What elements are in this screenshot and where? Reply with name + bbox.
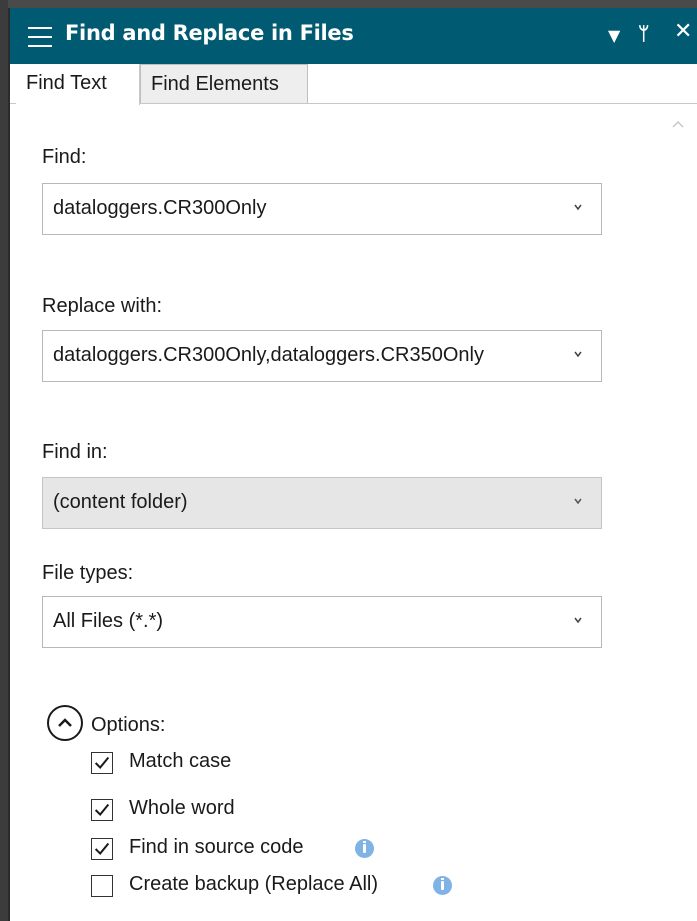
hamburger-menu-icon[interactable] xyxy=(28,27,52,47)
find-value: dataloggers.CR300Only xyxy=(53,197,267,219)
match-case-label: Match case xyxy=(129,750,232,772)
panel-title: Find and Replace in Files xyxy=(65,21,354,45)
whole-word-label: Whole word xyxy=(129,797,235,819)
chevron-down-icon[interactable] xyxy=(573,349,583,359)
find-in-combobox[interactable]: (content folder) xyxy=(42,477,602,529)
scroll-up-icon[interactable] xyxy=(670,116,686,132)
replace-label: Replace with: xyxy=(42,295,163,317)
create-backup-label: Create backup (Replace All) xyxy=(129,873,379,895)
whole-word-option-row[interactable]: Whole word xyxy=(91,797,291,823)
window-frame-left xyxy=(0,0,8,921)
whole-word-checkbox[interactable] xyxy=(91,799,113,821)
tab-strip: Find Text Find Elements xyxy=(10,64,697,105)
close-icon[interactable]: ✕ xyxy=(674,20,692,44)
find-combobox[interactable]: dataloggers.CR300Only xyxy=(42,183,602,235)
tab-find-elements[interactable]: Find Elements xyxy=(140,64,308,103)
pin-icon[interactable]: ᛘ xyxy=(638,22,649,46)
chevron-down-icon[interactable] xyxy=(573,202,583,212)
find-in-source-code-option[interactable]: Find in source code xyxy=(91,836,391,862)
find-in-source-code-checkbox[interactable] xyxy=(91,838,113,860)
file-types-label: File types: xyxy=(42,562,134,584)
window-frame-top xyxy=(0,0,697,8)
panel-titlebar: Find and Replace in Files ▼ ᛘ ✕ xyxy=(10,8,697,64)
find-label: Find: xyxy=(42,146,87,168)
create-backup-option[interactable]: Create backup (Replace All) xyxy=(91,873,461,899)
match-case-option[interactable]: Match case xyxy=(91,750,291,776)
file-types-combobox[interactable]: All Files (*.*) xyxy=(42,596,602,648)
tab-find-text[interactable]: Find Text xyxy=(16,64,140,105)
create-backup-checkbox[interactable] xyxy=(91,875,113,897)
match-case-checkbox[interactable] xyxy=(91,752,113,774)
find-in-source-code-label: Find in source code xyxy=(129,836,304,858)
replace-combobox[interactable]: dataloggers.CR300Only,dataloggers.CR350O… xyxy=(42,330,602,382)
chevron-down-icon[interactable] xyxy=(573,615,583,625)
find-in-value: (content folder) xyxy=(53,491,188,513)
replace-value: dataloggers.CR300Only,dataloggers.CR350O… xyxy=(53,344,484,366)
chevron-up-circle-icon[interactable] xyxy=(47,705,83,741)
options-label: Options: xyxy=(91,714,166,736)
chevron-down-icon[interactable] xyxy=(573,496,583,506)
file-types-value: All Files (*.*) xyxy=(53,610,164,632)
info-icon[interactable] xyxy=(355,839,374,858)
find-in-label: Find in: xyxy=(42,441,108,463)
info-icon[interactable] xyxy=(433,876,452,895)
triangle-down-icon[interactable]: ▼ xyxy=(608,24,620,48)
